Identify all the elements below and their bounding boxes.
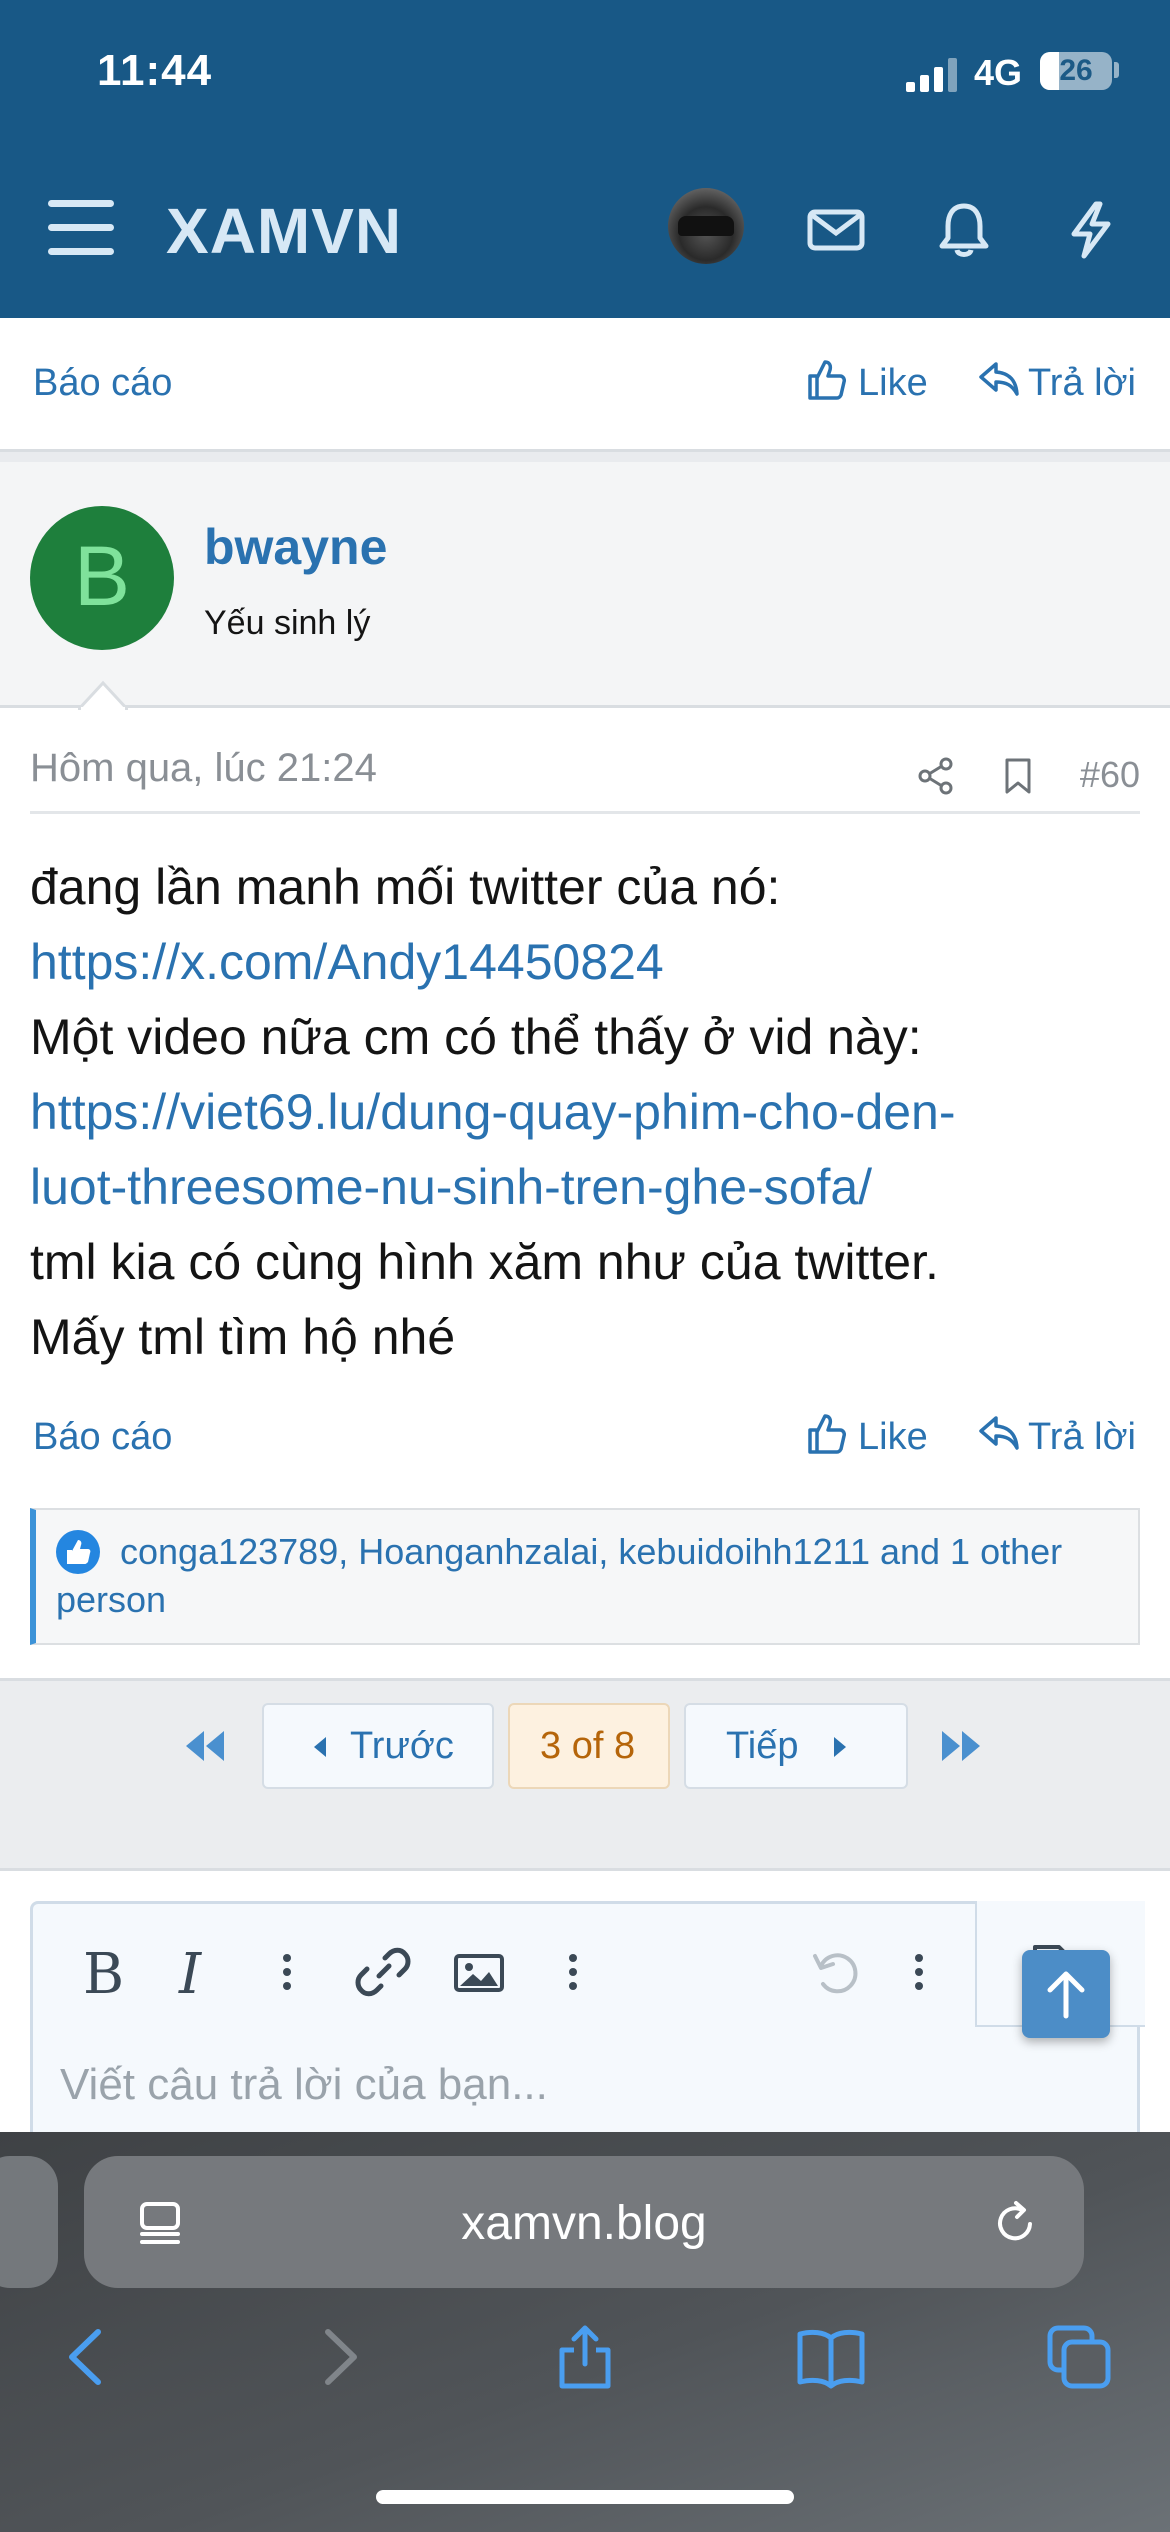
like-button[interactable]: Like <box>858 1416 928 1459</box>
reactions-bar[interactable]: conga123789, Hoanganhzalai, kebuidoihh12… <box>30 1508 1140 1645</box>
back-icon[interactable] <box>52 2322 122 2392</box>
likes-text: conga123789, Hoanganhzalai, kebuidoihh12… <box>56 1531 1063 1620</box>
menu-icon[interactable] <box>48 198 114 258</box>
flash-icon[interactable] <box>1062 200 1122 260</box>
status-time: 11:44 <box>97 46 213 95</box>
last-page-icon[interactable] <box>940 1729 984 1763</box>
thumbs-up-icon <box>808 1414 846 1454</box>
body-line: Mấy tml tìm hộ nhé <box>30 1309 456 1365</box>
caret-right-icon <box>834 1737 846 1757</box>
post-number[interactable]: #60 <box>1080 754 1140 796</box>
arrow-up-icon <box>1047 1971 1085 2019</box>
mail-icon[interactable] <box>806 200 866 260</box>
post-date[interactable]: Hôm qua, lúc 21:24 <box>30 746 377 791</box>
previous-tab-preview[interactable] <box>0 2156 58 2288</box>
more-options-icon[interactable] <box>259 1944 315 2000</box>
report-link[interactable]: Báo cáo <box>33 362 172 405</box>
current-page[interactable]: 3 of 8 <box>508 1703 670 1789</box>
message-body: đang lần manh mối twitter của nó: https:… <box>30 850 1140 1375</box>
more-insert-icon[interactable] <box>545 1944 601 2000</box>
status-bar: 11:44 4G 26 <box>0 0 1170 150</box>
caret-left-icon <box>314 1737 326 1757</box>
report-link[interactable]: Báo cáo <box>33 1416 172 1459</box>
message-meta: Hôm qua, lúc 21:24 #60 <box>30 710 1140 814</box>
network-type: 4G <box>974 52 1023 93</box>
avatar-letter: B <box>73 529 131 623</box>
next-page-button[interactable]: Tiếp <box>684 1703 908 1789</box>
reply-placeholder[interactable]: Viết câu trả lời của bạn... <box>60 2060 548 2110</box>
app-header: 11:44 4G 26 XAMVN <box>0 0 1170 318</box>
share-icon[interactable] <box>916 756 956 796</box>
prev-page-button[interactable]: Trước <box>262 1703 494 1789</box>
message-user-block: B bwayne Yếu sinh lý <box>0 462 1170 708</box>
body-line: tml kia có cùng hình xăm như của twitter… <box>30 1234 939 1290</box>
bookmark-icon[interactable] <box>998 756 1038 796</box>
next-label: Tiếp <box>726 1725 799 1767</box>
current-page-label: 3 of 8 <box>540 1725 636 1767</box>
twitter-link[interactable]: https://x.com/Andy14450824 <box>30 934 664 990</box>
body-line: Một video nữa cm có thể thấy ở vid này: <box>30 1009 922 1065</box>
share-sheet-icon[interactable] <box>550 2322 620 2392</box>
signal-icon <box>906 58 957 92</box>
bell-icon[interactable] <box>934 200 994 260</box>
user-avatar[interactable] <box>668 188 744 264</box>
thumbs-up-icon <box>808 360 846 400</box>
tabs-icon[interactable] <box>1044 2322 1114 2392</box>
browser-toolbar: xamvn.blog <box>0 2132 1170 2532</box>
user-title: Yếu sinh lý <box>204 604 371 642</box>
image-icon[interactable] <box>451 1944 507 2000</box>
scroll-to-top-button[interactable] <box>1022 1950 1110 2038</box>
pagination: Trước 3 of 8 Tiếp <box>0 1678 1170 1868</box>
first-page-icon[interactable] <box>182 1729 226 1763</box>
italic-icon[interactable]: I <box>179 1942 201 2007</box>
battery-icon: 26 <box>1040 52 1112 90</box>
home-indicator <box>376 2490 794 2504</box>
bold-icon[interactable]: B <box>83 1942 124 2007</box>
undo-icon[interactable] <box>807 1944 863 2000</box>
body-line: đang lần manh mối twitter của nó: <box>30 859 781 915</box>
more-tools-icon[interactable] <box>891 1944 947 2000</box>
reply-icon <box>979 362 1019 396</box>
nav-bar: XAMVN <box>0 150 1170 318</box>
avatar[interactable]: B <box>30 506 174 650</box>
site-logo[interactable]: XAMVN <box>166 194 402 268</box>
reply-icon <box>979 1416 1019 1450</box>
username-link[interactable]: bwayne <box>204 518 387 576</box>
link-icon[interactable] <box>355 1944 411 2000</box>
bookmarks-icon[interactable] <box>796 2322 866 2392</box>
battery-level: 26 <box>1059 54 1093 87</box>
address-bar[interactable]: xamvn.blog <box>84 2156 1084 2288</box>
video-link[interactable]: https://viet69.lu/dung-quay-phim-cho-den… <box>30 1084 956 1140</box>
previous-post-actions: Báo cáo Like Trả lời <box>0 318 1170 452</box>
reply-button[interactable]: Trả lời <box>1028 1416 1136 1459</box>
message-actions: Báo cáo Like Trả lời <box>0 1400 1170 1480</box>
reply-button[interactable]: Trả lời <box>1028 362 1136 405</box>
forward-icon[interactable] <box>304 2322 374 2392</box>
battery-nub <box>1114 62 1119 78</box>
message-arrow <box>78 680 128 710</box>
post-separator <box>0 452 1170 462</box>
url-text: xamvn.blog <box>461 2197 707 2250</box>
like-button[interactable]: Like <box>858 362 928 405</box>
reload-icon[interactable] <box>990 2198 1040 2248</box>
video-link-cont[interactable]: luot-threesome-nu-sinh-tren-ghe-sofa/ <box>30 1159 872 1215</box>
prev-label: Trước <box>350 1725 454 1767</box>
